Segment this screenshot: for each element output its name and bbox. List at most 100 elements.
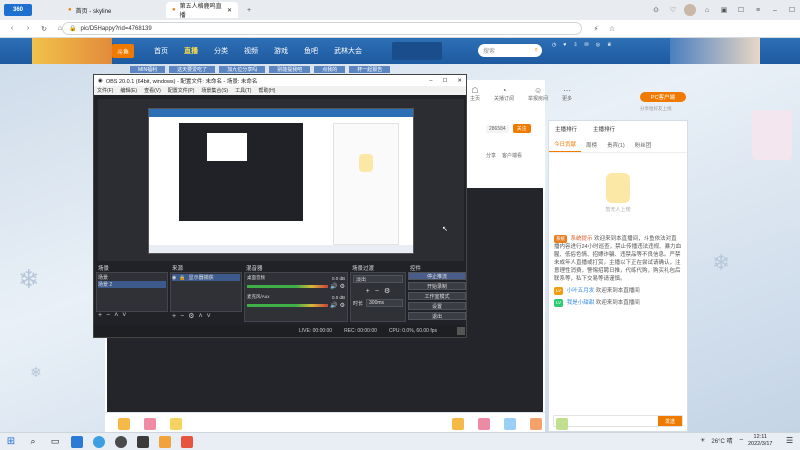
- menu-file[interactable]: 文件(F): [97, 87, 113, 94]
- nav-game[interactable]: 游戏: [266, 46, 296, 56]
- add-icon[interactable]: +: [172, 313, 176, 320]
- eye-icon[interactable]: ◉: [172, 275, 176, 281]
- room-more-button[interactable]: ⋯ 更多: [562, 86, 572, 102]
- remove-icon[interactable]: −: [106, 312, 110, 319]
- download-icon[interactable]: ⇩: [573, 42, 577, 48]
- nav-live[interactable]: 直播: [176, 46, 206, 56]
- gift-icon[interactable]: [504, 417, 516, 430]
- maximize-icon[interactable]: ☐: [786, 4, 798, 16]
- history-icon[interactable]: ◷: [552, 42, 556, 48]
- shield-icon[interactable]: ⊙: [650, 4, 662, 16]
- follow-button[interactable]: 关注: [512, 124, 531, 133]
- tab-vip[interactable]: 贵宾(1): [602, 138, 630, 152]
- settings-icon[interactable]: ⚙: [340, 283, 345, 290]
- notification-icon[interactable]: ☰: [786, 436, 793, 445]
- gift-icon[interactable]: [144, 417, 156, 430]
- pc-client-button[interactable]: PC客户端: [640, 92, 686, 102]
- speaker-icon[interactable]: 🔊: [330, 283, 337, 290]
- banner-item[interactable]: 杯一起报告: [349, 65, 391, 73]
- new-tab-icon[interactable]: +: [243, 4, 255, 16]
- menu-view[interactable]: 查看(V): [144, 87, 161, 94]
- volume-slider[interactable]: [247, 304, 329, 307]
- tab-week[interactable]: 周榜: [581, 138, 602, 152]
- settings-icon[interactable]: ⚙: [384, 287, 390, 295]
- maximize-icon[interactable]: ☐: [442, 78, 447, 84]
- site-logo[interactable]: 斗鱼: [112, 44, 134, 58]
- gift-icon[interactable]: [478, 417, 490, 430]
- file-explorer-icon[interactable]: [71, 435, 83, 448]
- up-icon[interactable]: ˄: [114, 312, 118, 319]
- search-icon[interactable]: ⌕: [535, 47, 538, 54]
- browser-logo-icon[interactable]: 360: [4, 4, 32, 16]
- add-icon[interactable]: +: [366, 288, 370, 295]
- follow-icon[interactable]: ♥: [563, 42, 566, 48]
- media-icon[interactable]: [137, 435, 149, 448]
- lock-icon[interactable]: 🔒: [179, 275, 185, 281]
- character-ad[interactable]: [752, 110, 792, 160]
- close-tab-icon[interactable]: ✕: [227, 7, 232, 14]
- task-view-icon[interactable]: ▭: [49, 436, 61, 448]
- volume-slider[interactable]: [247, 285, 329, 288]
- stop-streaming-button[interactable]: 停止推流: [408, 272, 466, 280]
- nav-category[interactable]: 分类: [206, 46, 236, 56]
- down-icon[interactable]: ˅: [122, 312, 126, 319]
- duration-input[interactable]: 300ms: [366, 299, 403, 307]
- settings-icon[interactable]: ⚙: [340, 302, 345, 309]
- room-home-button[interactable]: ☖ 主页: [470, 86, 480, 102]
- tab-today[interactable]: 今日贡献: [549, 137, 582, 152]
- avatar[interactable]: [684, 4, 696, 16]
- start-recording-button[interactable]: 开始录制: [408, 282, 466, 290]
- settings-icon[interactable]: ⚙: [188, 312, 194, 320]
- tab-home[interactable]: ● 首页 - skyline: [62, 2, 162, 18]
- close-window-icon[interactable]: ✕: [457, 78, 462, 84]
- network-icon[interactable]: ⌔: [738, 437, 744, 445]
- gift-icon[interactable]: [530, 417, 542, 430]
- tab-fans[interactable]: 粉丝团: [630, 138, 657, 152]
- banner-item[interactable]: 别能提我吧: [269, 65, 311, 73]
- star-icon[interactable]: ☆: [606, 23, 618, 35]
- menu-edit[interactable]: 编辑(E): [120, 87, 137, 94]
- gift-icon[interactable]: ▣: [718, 4, 730, 16]
- room-report-button[interactable]: ☺ 举报房间: [528, 86, 548, 102]
- edge-icon[interactable]: [93, 435, 105, 448]
- vip-icon[interactable]: ♛: [607, 42, 611, 48]
- minimize-icon[interactable]: –: [429, 78, 432, 84]
- gift-icon[interactable]: [452, 417, 464, 430]
- message-icon[interactable]: ✉: [585, 42, 589, 48]
- search-input[interactable]: 搜索 ⌕: [478, 44, 542, 57]
- banner-item[interactable]: 加九位分享吗: [219, 65, 266, 73]
- refresh-icon[interactable]: ↻: [38, 23, 50, 35]
- app-icon[interactable]: [159, 435, 171, 448]
- speaker-icon[interactable]: 🔊: [330, 302, 337, 309]
- add-icon[interactable]: +: [98, 312, 102, 319]
- chat-icon[interactable]: ☐: [735, 4, 747, 16]
- browser-taskbar-icon[interactable]: [181, 435, 193, 448]
- down-icon[interactable]: ˅: [207, 313, 211, 320]
- lightning-icon[interactable]: ⚡: [590, 23, 602, 35]
- up-icon[interactable]: ˄: [198, 313, 202, 320]
- send-button[interactable]: 发送: [658, 416, 682, 426]
- coin-icon[interactable]: ◎: [596, 42, 600, 48]
- minimize-icon[interactable]: –: [769, 4, 781, 16]
- forward-icon[interactable]: ›: [22, 23, 34, 35]
- banner-item[interactable]: MIN福利: [130, 65, 166, 73]
- obs-preview[interactable]: ↖: [98, 99, 464, 261]
- gift-icon[interactable]: [556, 417, 568, 430]
- studio-mode-button[interactable]: 工作室模式: [408, 292, 466, 300]
- share-button[interactable]: 分享: [486, 152, 496, 159]
- exit-button[interactable]: 退出: [408, 312, 466, 320]
- rank-tab[interactable]: 主播排行: [593, 125, 615, 133]
- remove-icon[interactable]: −: [180, 313, 184, 320]
- client-watch-button[interactable]: 客户端看: [502, 152, 522, 159]
- settings-button[interactable]: 设置: [408, 302, 466, 310]
- menu-help[interactable]: 帮助(H): [258, 87, 275, 94]
- tab-live-room[interactable]: ● 第五人格鹿呜直播 ✕: [166, 2, 238, 19]
- scene-item[interactable]: 场景: [98, 274, 166, 281]
- back-icon[interactable]: ‹: [6, 23, 18, 35]
- room-subscribe-button[interactable]: ◔ 关播订阅: [494, 86, 514, 102]
- nav-martial[interactable]: 武林大会: [326, 46, 370, 56]
- nav-home[interactable]: 首页: [146, 46, 176, 56]
- transition-select[interactable]: 淡出: [353, 275, 403, 283]
- windows-start-icon[interactable]: ⊞: [5, 436, 17, 448]
- promo-banner[interactable]: [392, 42, 442, 60]
